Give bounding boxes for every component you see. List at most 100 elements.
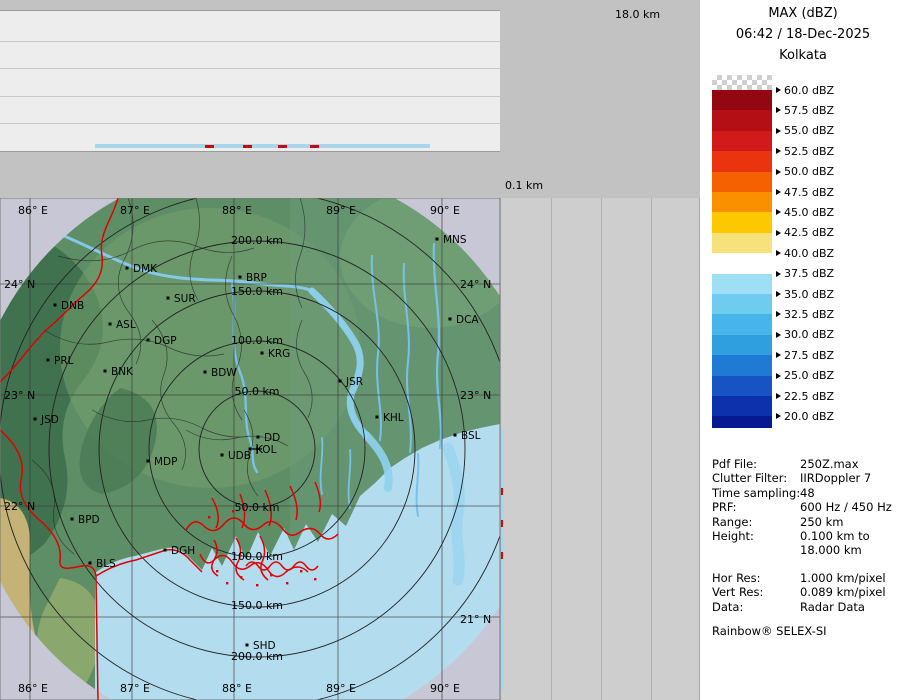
- station-marker: [257, 436, 260, 439]
- cross-section-echo-strong: [205, 145, 214, 148]
- station-label: DGP: [154, 335, 177, 347]
- scale-above-max-block: [712, 75, 772, 90]
- longitude-label: 87° E: [120, 204, 150, 217]
- station-label: KOL: [256, 444, 277, 456]
- station-marker: [204, 371, 207, 374]
- latitude-label: 21° N: [460, 613, 491, 626]
- station-marker: [54, 304, 57, 307]
- scale-color-block: [712, 314, 772, 334]
- latitude-label: 23° N: [4, 389, 35, 402]
- info-row: Pdf File:250Z.max: [712, 457, 904, 471]
- scale-level-label: 50.0 dBZ: [776, 166, 834, 178]
- station-label: BPD: [78, 514, 100, 526]
- scale-level-label: 32.5 dBZ: [776, 308, 834, 320]
- station-marker: [34, 418, 37, 421]
- level-arrow-icon: [776, 189, 781, 195]
- legend-panel: MAX (dBZ) 06:42 / 18-Dec-2025 Kolkata 60…: [700, 0, 906, 700]
- level-arrow-icon: [776, 148, 781, 154]
- station-label: DGH: [171, 545, 195, 557]
- info-row: Vert Res:0.089 km/pixel: [712, 585, 904, 599]
- station-label: BLS: [96, 558, 116, 570]
- station-label: PRL: [54, 355, 74, 367]
- longitude-label: 88° E: [222, 204, 252, 217]
- level-arrow-icon: [776, 413, 781, 419]
- level-arrow-icon: [776, 209, 781, 215]
- scale-color-block: [712, 110, 772, 130]
- scale-color-block: [712, 131, 772, 151]
- longitude-label: 90° E: [430, 204, 460, 217]
- scale-color-block: [712, 233, 772, 253]
- product-title: MAX (dBZ): [700, 6, 906, 21]
- longitude-label: 88° E: [222, 682, 252, 695]
- station-marker: [261, 352, 264, 355]
- scale-level-label: 35.0 dBZ: [776, 288, 834, 300]
- range-ring-label: 100.0 km: [231, 334, 283, 347]
- level-arrow-icon: [776, 373, 781, 379]
- scale-level-label: 57.5 dBZ: [776, 104, 834, 116]
- level-arrow-icon: [776, 107, 781, 113]
- scale-color-block: [712, 192, 772, 212]
- info-row: Height:0.100 km to: [712, 529, 904, 543]
- station-label: BDW: [211, 367, 237, 379]
- info-row: Data:Radar Data: [712, 600, 904, 614]
- station-marker: [164, 549, 167, 552]
- height-gridline: [0, 96, 500, 97]
- level-arrow-icon: [776, 393, 781, 399]
- station-label: UDB: [228, 450, 251, 462]
- station-marker: [221, 454, 224, 457]
- scale-level-label: 55.0 dBZ: [776, 125, 834, 137]
- height-gridline: [0, 68, 500, 69]
- info-row: Time sampling:48: [712, 486, 904, 500]
- station-label: DCA: [456, 314, 479, 326]
- scale-color-block: [712, 212, 772, 232]
- range-ring-label: 100.0 km: [231, 550, 283, 563]
- vertical-cross-section-side-panel: [500, 198, 700, 700]
- info-row: Clutter Filter:IIRDoppler 7: [712, 471, 904, 485]
- station-label: MDP: [154, 456, 177, 468]
- cross-section-echo-band: [95, 144, 430, 148]
- longitude-label: 89° E: [326, 204, 356, 217]
- station-marker: [339, 380, 342, 383]
- level-arrow-icon: [776, 169, 781, 175]
- station-marker: [89, 562, 92, 565]
- station-marker: [454, 434, 457, 437]
- scale-color-block: [712, 355, 772, 375]
- height-gridline: [601, 198, 602, 700]
- cross-section-echo-strong: [278, 145, 287, 148]
- latitude-label: 24° N: [4, 278, 35, 291]
- station-label: KRG: [268, 348, 290, 360]
- range-ring-label: 200.0 km: [231, 650, 283, 663]
- scale-level-label: 30.0 dBZ: [776, 329, 834, 341]
- scale-color-block: [712, 90, 772, 110]
- scale-level-label: 25.0 dBZ: [776, 370, 834, 382]
- scale-level-label: 45.0 dBZ: [776, 206, 834, 218]
- height-gridline: [0, 123, 500, 124]
- level-arrow-icon: [776, 128, 781, 134]
- range-ring-label: 50.0 km: [234, 385, 279, 398]
- range-ring-label: 200.0 km: [231, 234, 283, 247]
- station-label: MNS: [443, 234, 467, 246]
- cross-section-echo-band: [501, 428, 504, 690]
- longitude-label: 86° E: [18, 204, 48, 217]
- scale-level-label: 52.5 dBZ: [776, 145, 834, 157]
- scale-level-label: 37.5 dBZ: [776, 268, 834, 280]
- range-ring-label: 150.0 km: [231, 599, 283, 612]
- station-marker: [126, 267, 129, 270]
- scale-color-block: [712, 294, 772, 314]
- scale-color-block: [712, 335, 772, 355]
- level-arrow-icon: [776, 271, 781, 277]
- station-label: JSR: [345, 376, 363, 388]
- height-axis-min-label: 0.1 km: [505, 179, 543, 192]
- station-marker: [167, 297, 170, 300]
- station-label: JSD: [40, 414, 59, 426]
- scale-color-block: [712, 253, 772, 273]
- cross-section-echo-strong: [501, 552, 503, 559]
- station-marker: [239, 276, 242, 279]
- scale-color-block: [712, 151, 772, 171]
- level-arrow-icon: [776, 87, 781, 93]
- station-label: BNK: [111, 366, 134, 378]
- station-marker: [436, 238, 439, 241]
- latitude-label: 23° N: [460, 389, 491, 402]
- station-label: BSL: [461, 430, 481, 442]
- scale-color-block: [712, 172, 772, 192]
